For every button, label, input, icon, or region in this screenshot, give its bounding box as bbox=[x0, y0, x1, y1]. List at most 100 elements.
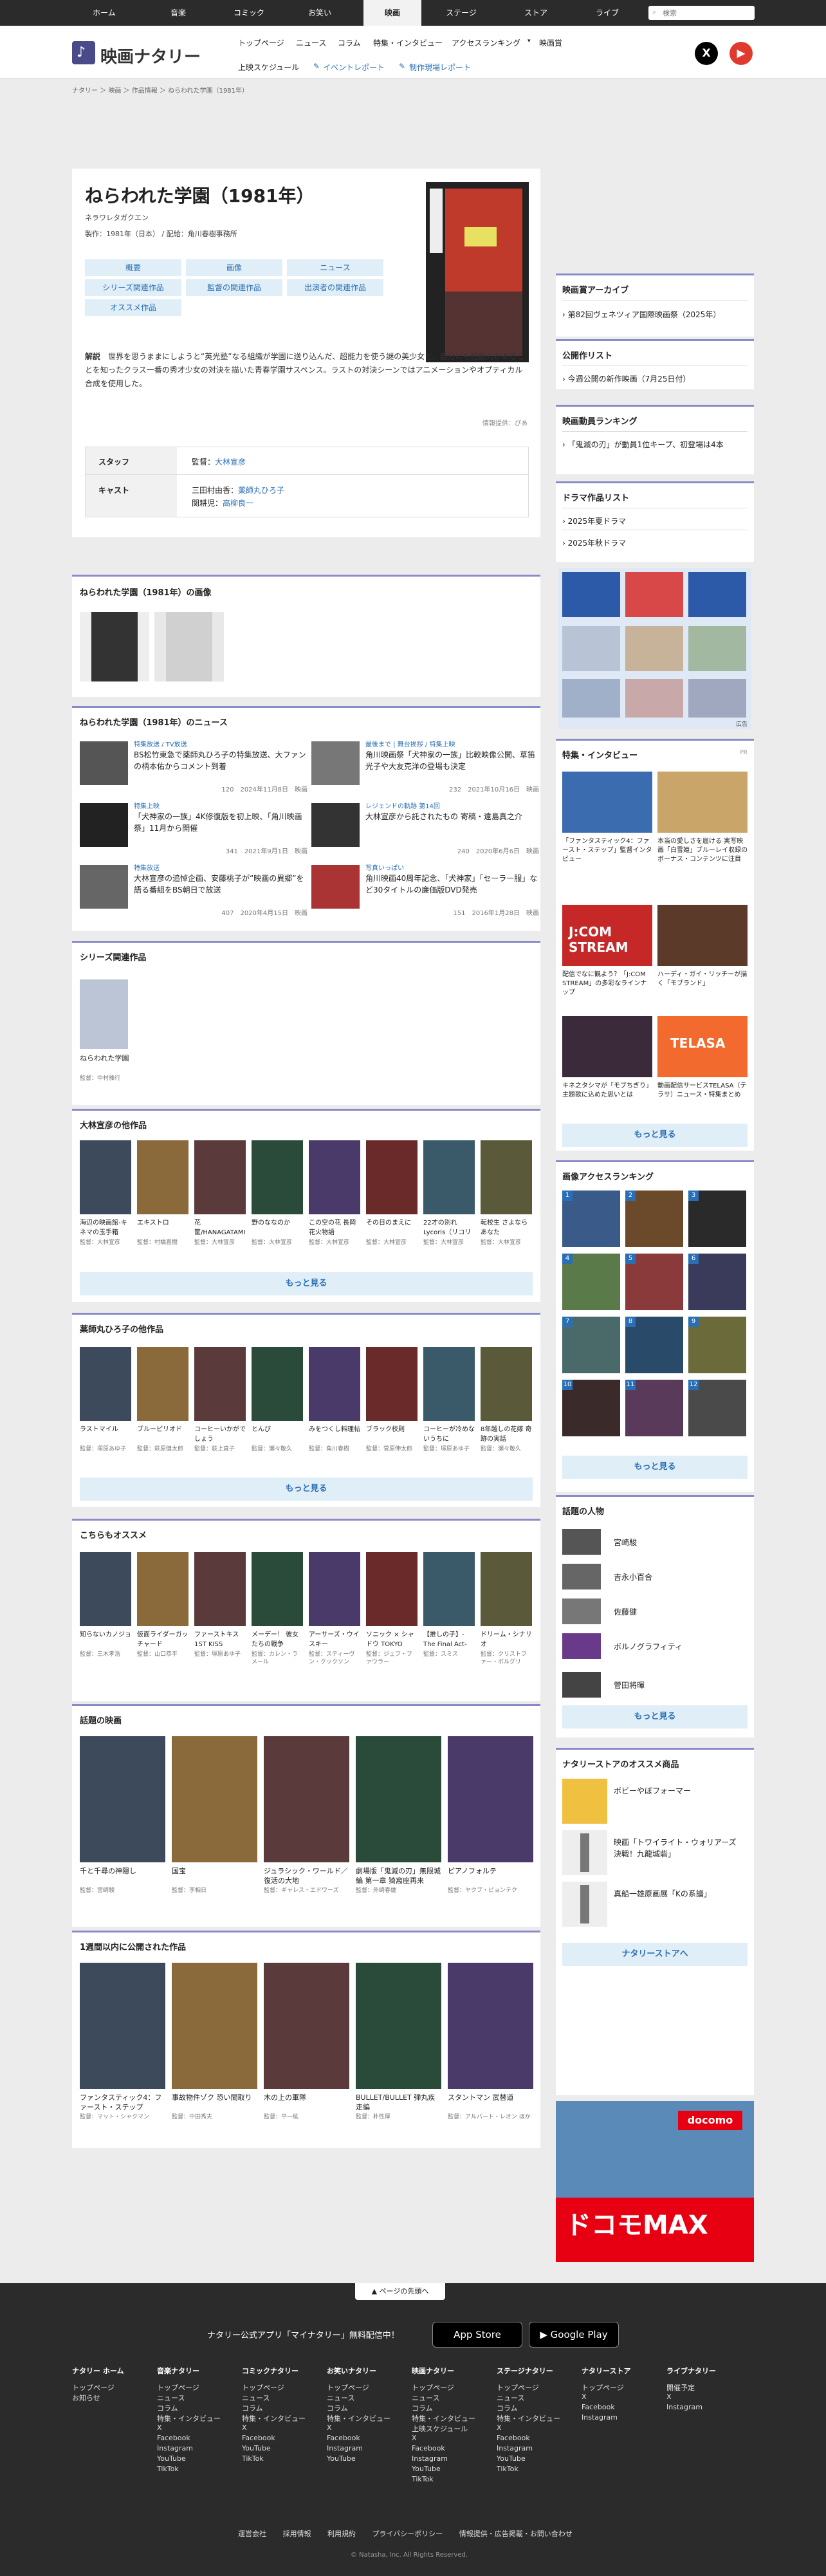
tab-cast-works[interactable]: 出演者の関連作品 bbox=[287, 279, 383, 296]
footer-link[interactable]: Instagram bbox=[157, 2444, 193, 2452]
feature-title[interactable]: 配信でなに観よう？「J:COM STREAM」の多彩なラインナップ bbox=[562, 970, 652, 997]
poster-thumb[interactable] bbox=[80, 1552, 131, 1626]
poster-title[interactable]: 花筐/HANAGATAMI bbox=[194, 1218, 246, 1237]
feature-title[interactable]: ハーディ・ガイ・リッチーが描く「モブランド」 bbox=[657, 970, 748, 988]
feature-title[interactable]: 「ファンタスティック4：ファースト・ステップ」監督インタビュー bbox=[562, 837, 652, 864]
poster-title[interactable]: 事故物件ゾク 恐い間取り bbox=[172, 2093, 257, 2102]
ranking-thumb[interactable]: 9 bbox=[688, 1317, 746, 1373]
poster-title[interactable]: 【推しの子】-The Final Act- bbox=[423, 1630, 475, 1649]
footer-link[interactable]: X bbox=[327, 2423, 332, 2432]
poster-thumb[interactable] bbox=[80, 1736, 165, 1862]
poster-title[interactable]: ジュラシック・ワールド／復活の大地 bbox=[264, 1866, 349, 1886]
tab-owarai[interactable]: お笑い bbox=[291, 0, 349, 26]
tab-overview[interactable]: 概要 bbox=[85, 259, 181, 276]
ranking-thumb[interactable]: 10 bbox=[562, 1380, 620, 1436]
footer-link[interactable]: YouTube bbox=[412, 2465, 441, 2473]
footer-link[interactable]: Facebook bbox=[582, 2403, 615, 2411]
footer-link[interactable]: Facebook bbox=[497, 2434, 530, 2442]
footer-link[interactable]: 特集・インタビュー bbox=[412, 2413, 475, 2423]
series-title[interactable]: ねらわれた学園 bbox=[80, 1053, 131, 1063]
feature-thumb[interactable]: J:COM STREAM bbox=[562, 905, 652, 966]
poster-title[interactable]: みをつくし料理帖 bbox=[309, 1425, 360, 1434]
footer-link[interactable]: トップページ bbox=[582, 2382, 624, 2393]
poster-title[interactable]: 8年越しの花嫁 奇跡の実話 bbox=[481, 1425, 532, 1444]
footer-link[interactable]: コラム bbox=[497, 2403, 518, 2413]
tab-music[interactable]: 音楽 bbox=[149, 0, 207, 26]
store-item-link[interactable]: 映画「トワイライト・ウォリアーズ 決戦！九龍城砦」 bbox=[614, 1837, 742, 1860]
x-icon[interactable]: X bbox=[695, 42, 718, 65]
footer-link[interactable]: 運営会社 bbox=[238, 2530, 266, 2538]
tab-recommend[interactable]: オススメ作品 bbox=[85, 299, 181, 316]
release-link[interactable]: › 今週公開の新作映画（7月25日付） bbox=[562, 373, 691, 384]
footer-link[interactable]: 特集・インタビュー bbox=[497, 2413, 560, 2423]
breadcrumb-natalie[interactable]: ナタリー bbox=[72, 88, 98, 95]
footer-link[interactable]: トップページ bbox=[72, 2382, 115, 2393]
poster-title[interactable]: その日のまえに bbox=[366, 1218, 418, 1228]
person-link[interactable]: 佐藤健 bbox=[614, 1606, 637, 1617]
poster-title[interactable]: メーデー！ 彼女たちの戦争 bbox=[252, 1630, 303, 1649]
poster-thumb[interactable] bbox=[448, 1736, 533, 1862]
person-photo[interactable] bbox=[562, 1598, 601, 1624]
tab-eiga[interactable]: 映画 bbox=[363, 0, 421, 26]
tab-store[interactable]: ストア bbox=[507, 0, 565, 26]
poster-title[interactable]: ファンタスティック4：ファースト・ステップ bbox=[80, 2093, 165, 2112]
poster-thumb[interactable] bbox=[309, 1552, 360, 1626]
poster-thumb[interactable] bbox=[356, 1736, 441, 1862]
image-thumb[interactable] bbox=[80, 612, 149, 681]
feature-title[interactable]: 本当の愛しさを届ける 実写映画「白雪姫」ブルーレイ収録のボーナス・コンテンツに注… bbox=[657, 837, 748, 864]
nav-top[interactable]: トップページ bbox=[238, 37, 284, 48]
footer-link[interactable]: X bbox=[497, 2423, 502, 2432]
ranking-thumb[interactable]: 1 bbox=[562, 1191, 620, 1247]
store-item-image[interactable] bbox=[562, 1882, 607, 1927]
logo-icon[interactable]: ♪ bbox=[72, 41, 95, 64]
footer-link[interactable]: 特集・インタビュー bbox=[242, 2413, 306, 2423]
footer-link[interactable]: ニュース bbox=[327, 2393, 354, 2403]
more-button[interactable]: もっと見る bbox=[562, 1124, 748, 1147]
footer-column-title[interactable]: ステージナタリー bbox=[497, 2366, 553, 2376]
drama-link[interactable]: › 2025年秋ドラマ bbox=[562, 537, 626, 548]
footer-link[interactable]: Instagram bbox=[666, 2403, 702, 2411]
tab-live[interactable]: ライブ bbox=[578, 0, 636, 26]
poster-thumb[interactable] bbox=[356, 1963, 441, 2089]
footer-column-title[interactable]: ナタリー ホーム bbox=[72, 2366, 124, 2376]
poster-title[interactable]: ドリーム・シナリオ bbox=[481, 1630, 532, 1649]
series-poster[interactable] bbox=[80, 979, 128, 1049]
poster-thumb[interactable] bbox=[481, 1140, 532, 1214]
footer-link[interactable]: YouTube bbox=[157, 2454, 186, 2463]
ranking-thumb[interactable]: 2 bbox=[625, 1191, 683, 1247]
news-item[interactable]: 最後まで | 舞台挨拶 / 特集上映 角川映画祭「犬神家の一族」比較映像公開、草… bbox=[311, 739, 543, 793]
poster-thumb[interactable] bbox=[80, 1963, 165, 2089]
nav-award[interactable]: 映画賞 bbox=[539, 37, 562, 48]
tab-images[interactable]: 画像 bbox=[186, 259, 282, 276]
store-item-image[interactable] bbox=[562, 1830, 607, 1875]
footer-link[interactable]: 採用情報 bbox=[283, 2530, 311, 2538]
footer-link[interactable]: ニュース bbox=[497, 2393, 524, 2403]
poster-thumb[interactable] bbox=[252, 1347, 303, 1421]
poster-thumb[interactable] bbox=[264, 1736, 349, 1862]
footer-link[interactable]: ニュース bbox=[242, 2393, 270, 2403]
poster-title[interactable]: 野のななのか bbox=[252, 1218, 303, 1228]
footer-link[interactable]: Instagram bbox=[582, 2413, 618, 2422]
ranking-link[interactable]: › 「鬼滅の刃」が動員1位キープ、初登場は4本 bbox=[562, 439, 746, 450]
person-photo[interactable] bbox=[562, 1633, 601, 1659]
footer-link[interactable]: コラム bbox=[242, 2403, 263, 2413]
poster-thumb[interactable] bbox=[137, 1347, 188, 1421]
poster-thumb[interactable] bbox=[481, 1347, 532, 1421]
footer-link[interactable]: Instagram bbox=[327, 2444, 363, 2452]
footer-column-title[interactable]: ライブナタリー bbox=[666, 2366, 716, 2376]
footer-link[interactable]: ニュース bbox=[412, 2393, 439, 2403]
ad-banner[interactable]: 広告 bbox=[558, 568, 751, 729]
ranking-thumb[interactable]: 3 bbox=[688, 1191, 746, 1247]
store-item-image[interactable] bbox=[562, 1779, 607, 1824]
feature-thumb[interactable] bbox=[562, 1016, 652, 1077]
app-store-button[interactable]: App Store bbox=[432, 2322, 522, 2348]
ranking-thumb[interactable]: 11 bbox=[625, 1380, 683, 1436]
feature-thumb[interactable]: TELASA bbox=[657, 1016, 748, 1077]
footer-link[interactable]: 利用規約 bbox=[327, 2530, 356, 2538]
footer-link[interactable]: YouTube bbox=[327, 2454, 356, 2463]
poster-thumb[interactable] bbox=[366, 1552, 418, 1626]
more-button[interactable]: もっと見る bbox=[80, 1272, 533, 1295]
poster-thumb[interactable] bbox=[252, 1552, 303, 1626]
footer-link[interactable]: Facebook bbox=[327, 2434, 360, 2442]
breadcrumb-works[interactable]: 作品情報 bbox=[132, 88, 158, 95]
